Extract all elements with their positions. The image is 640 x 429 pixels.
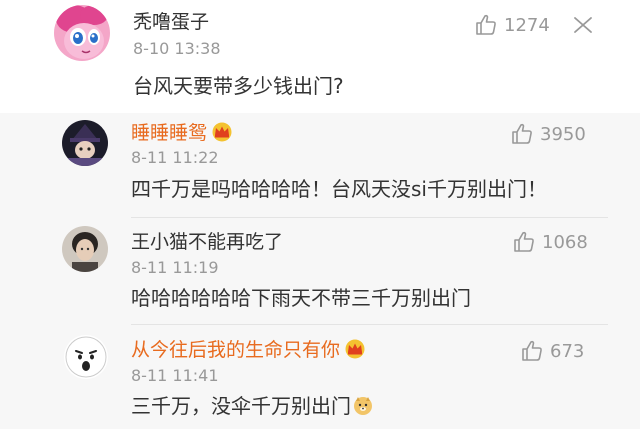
main-comment: 秃噜蛋子 8-10 13:38 1274 台风天要带多少钱出门? xyxy=(0,0,640,113)
thumbs-up-icon xyxy=(476,14,496,35)
reply-list: 睡睡睡鸳 8-11 11:22 3950 四千万是吗哈哈哈哈！台风天没si千万别… xyxy=(0,113,640,429)
like-count: 1274 xyxy=(504,14,550,36)
person-avatar-icon xyxy=(62,226,108,272)
character-avatar-icon xyxy=(62,120,108,166)
like-count: 673 xyxy=(550,340,585,362)
reply-timestamp: 8-11 11:19 xyxy=(131,258,219,277)
comment-timestamp: 8-10 13:38 xyxy=(133,39,221,58)
avatar[interactable] xyxy=(62,120,108,166)
avatar[interactable] xyxy=(54,5,110,61)
thumbs-up-icon xyxy=(514,231,534,252)
close-x-icon xyxy=(574,17,592,33)
crown-badge-icon xyxy=(345,339,365,359)
comment-text: 台风天要带多少钱出门? xyxy=(133,74,344,98)
reply-text: 三千万，没伞千万别出门 xyxy=(131,394,373,418)
crown-badge-icon xyxy=(212,122,232,142)
divider xyxy=(131,324,608,325)
reply-username[interactable]: 王小猫不能再吃了 xyxy=(131,231,283,253)
reply-username-text: 从今往后我的生命只有你 xyxy=(131,339,341,361)
reply-username-text: 睡睡睡鸳 xyxy=(131,122,208,144)
reply-timestamp: 8-11 11:22 xyxy=(131,148,219,167)
avatar[interactable] xyxy=(64,335,108,379)
reply-username[interactable]: 从今往后我的生命只有你 xyxy=(131,339,366,361)
reply-username[interactable]: 睡睡睡鸳 xyxy=(131,122,233,144)
comment-username[interactable]: 秃噜蛋子 xyxy=(133,11,209,33)
reply-timestamp: 8-11 11:41 xyxy=(131,366,219,385)
doge-emoji-icon xyxy=(354,397,372,415)
like-button[interactable]: 1274 xyxy=(474,13,550,37)
reply-text-content: 三千万，没伞千万别出门 xyxy=(131,394,351,418)
cartoon-face-avatar-icon xyxy=(64,335,108,379)
like-count: 1068 xyxy=(542,231,588,253)
thumbs-up-icon xyxy=(512,123,532,144)
like-count: 3950 xyxy=(540,123,586,145)
like-button[interactable]: 1068 xyxy=(512,230,588,254)
avatar[interactable] xyxy=(62,226,108,272)
pony-avatar-icon xyxy=(54,5,110,61)
like-button[interactable]: 3950 xyxy=(510,122,586,146)
reply-text: 四千万是吗哈哈哈哈！台风天没si千万别出门！ xyxy=(131,177,547,201)
like-button[interactable]: 673 xyxy=(520,339,584,363)
thumbs-up-icon xyxy=(522,340,542,361)
reply-text: 哈哈哈哈哈哈下雨天不带三千万别出门 xyxy=(131,286,471,310)
close-button[interactable] xyxy=(572,16,594,34)
divider xyxy=(131,217,608,218)
